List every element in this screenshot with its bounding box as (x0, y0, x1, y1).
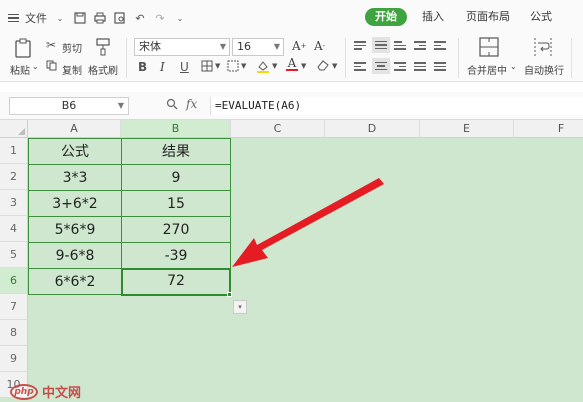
chevron-down-icon[interactable]: ⌄ (510, 62, 517, 71)
bold-icon[interactable]: B (138, 60, 147, 74)
fx-icon[interactable]: fx (186, 97, 197, 111)
font-name-value: 宋体 (139, 40, 161, 53)
arrow-shape (232, 178, 384, 267)
divider (458, 38, 459, 78)
ribbon-toolbar: 粘贴 ⌄ ✂ 剪切 复制 格式刷 宋体 ▼ 16 ▼ A + A- B I U ▼… (0, 34, 583, 82)
name-box[interactable]: B6 ▼ (9, 97, 129, 115)
tab-page-layout[interactable]: 页面布局 (466, 8, 510, 26)
align-middle-icon[interactable] (372, 37, 390, 53)
fill-pattern-icon[interactable] (227, 60, 239, 72)
chevron-down-icon[interactable]: ▼ (332, 62, 337, 70)
divider (571, 38, 572, 78)
align-bottom-icon[interactable] (394, 39, 406, 52)
align-right-icon[interactable] (394, 60, 406, 73)
justify-icon[interactable] (414, 60, 426, 73)
copy-label[interactable]: 复制 (62, 62, 82, 77)
chevron-down-icon[interactable]: ▼ (301, 62, 306, 70)
chevron-down-icon[interactable]: ▼ (241, 62, 246, 70)
name-box-value: B6 (61, 99, 77, 112)
align-left-icon[interactable] (354, 60, 366, 73)
chevron-down-icon[interactable]: ▼ (215, 62, 220, 70)
increase-font-icon[interactable]: A + (292, 39, 307, 53)
zoom-icon[interactable] (166, 98, 178, 113)
format-painter-icon[interactable] (96, 38, 110, 56)
paste-label[interactable]: 粘贴 (10, 62, 30, 77)
indent-decrease-icon[interactable] (414, 39, 426, 52)
menu-bar: 文件 ⌄ ↶ ↷ ⌄ 开始 插入 页面布局 公式 (0, 0, 583, 34)
chevron-down-icon[interactable]: ▼ (118, 98, 124, 114)
watermark: php 中文网 (10, 382, 81, 401)
merge-center-label[interactable]: 合并居中 (467, 62, 507, 77)
wrap-text-icon[interactable] (533, 37, 553, 57)
decrease-font-icon[interactable]: A- (314, 39, 325, 53)
underline-icon[interactable]: U (180, 60, 189, 74)
formula-bar: B6 ▼ fx =EVALUATE(A6) (0, 92, 583, 120)
fill-color-icon[interactable] (256, 59, 270, 73)
chevron-down-icon: ▼ (273, 42, 280, 51)
chevron-down-icon[interactable]: ▼ (272, 62, 277, 70)
formula-input[interactable]: =EVALUATE(A6) (210, 97, 583, 115)
tab-insert[interactable]: 插入 (422, 8, 444, 26)
scissors-icon[interactable]: ✂ (46, 38, 56, 52)
annotation-arrow (232, 178, 384, 267)
border-icon[interactable] (201, 60, 213, 72)
php-logo: php (10, 383, 38, 400)
paste-icon[interactable] (12, 38, 34, 58)
tab-formulas[interactable]: 公式 (530, 8, 552, 26)
indent-increase-icon[interactable] (434, 39, 446, 52)
font-size-select[interactable]: 16 ▼ (232, 38, 284, 56)
ribbon-tabs: 开始 插入 页面布局 公式 (0, 8, 583, 26)
chevron-down-icon: ▼ (219, 42, 226, 51)
merge-center-icon[interactable] (479, 37, 499, 57)
align-center-icon[interactable] (372, 58, 390, 74)
eraser-icon[interactable] (316, 59, 330, 71)
font-color-icon[interactable]: A (286, 57, 298, 71)
tab-home[interactable]: 开始 (365, 8, 407, 26)
font-size-value: 16 (237, 40, 251, 53)
font-name-select[interactable]: 宋体 ▼ (134, 38, 230, 56)
format-painter-label[interactable]: 格式刷 (88, 62, 118, 77)
distributed-icon[interactable] (434, 60, 446, 73)
divider (126, 38, 127, 78)
wrap-text-label[interactable]: 自动换行 (524, 62, 564, 77)
copy-icon[interactable] (46, 60, 57, 71)
spreadsheet-grid[interactable]: A B C D E F 1 2 3 4 5 6 7 8 9 10 公式 3*3 … (0, 120, 583, 402)
divider (345, 38, 346, 78)
italic-icon[interactable]: I (160, 60, 165, 74)
align-top-icon[interactable] (354, 39, 366, 52)
watermark-text: 中文网 (42, 386, 82, 401)
cut-label[interactable]: 剪切 (62, 40, 82, 55)
chevron-down-icon[interactable]: ⌄ (32, 62, 39, 71)
